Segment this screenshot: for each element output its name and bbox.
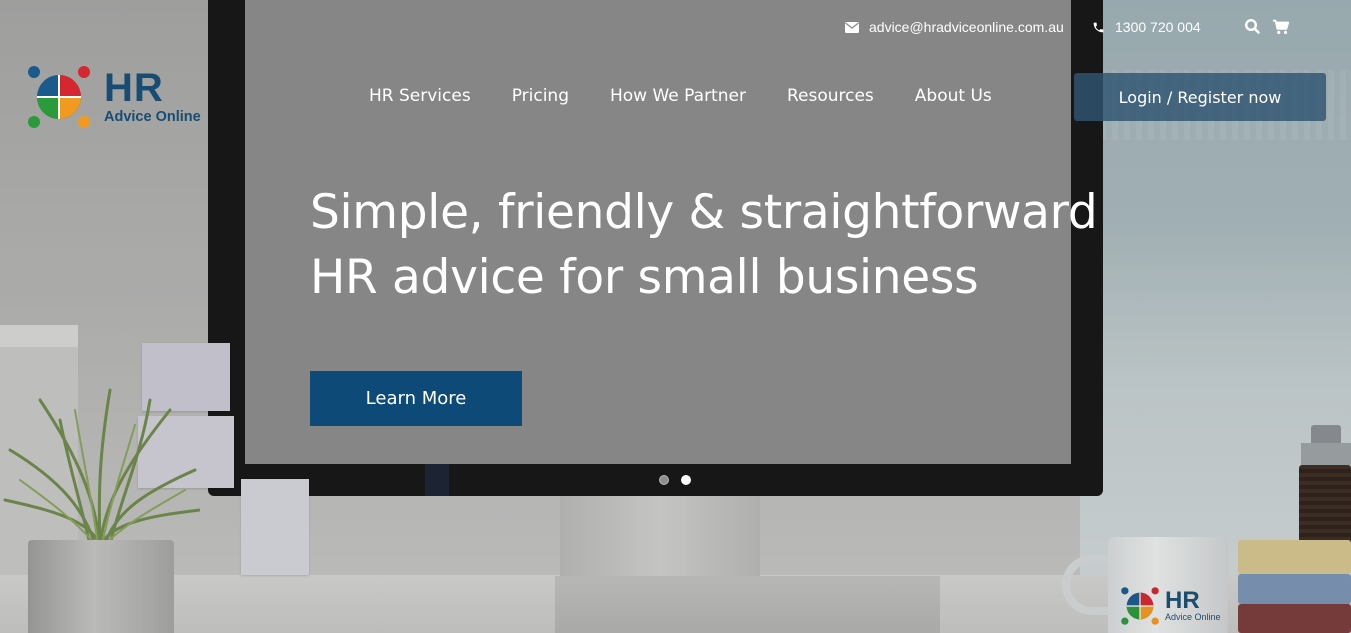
nav-item-about-us[interactable]: About Us [915, 84, 992, 108]
nav-item-how-we-partner[interactable]: How We Partner [610, 84, 746, 108]
site-logo[interactable]: HR Advice Online [24, 64, 204, 130]
contact-phone-text: 1300 720 004 [1115, 19, 1201, 35]
nav-item-resources[interactable]: Resources [787, 84, 874, 108]
contact-email-link[interactable]: advice@hradviceonline.com.au [845, 17, 1064, 37]
main-nav: HR Services Pricing How We Partner Resou… [369, 84, 992, 108]
logo-subtitle: Advice Online [104, 109, 201, 125]
cart-icon[interactable] [1272, 18, 1290, 36]
contact-email-text: advice@hradviceonline.com.au [869, 19, 1064, 35]
nav-item-pricing[interactable]: Pricing [512, 84, 569, 108]
logo-title: HR [104, 66, 164, 110]
slider-dot-1[interactable] [659, 475, 669, 485]
phone-icon [1093, 22, 1104, 32]
nav-item-hr-services[interactable]: HR Services [369, 84, 471, 108]
logo-mark-icon [28, 66, 90, 128]
contact-phone-link[interactable]: 1300 720 004 [1092, 17, 1201, 37]
slider-pagination [659, 475, 703, 485]
search-icon[interactable] [1244, 18, 1262, 36]
login-register-button[interactable]: Login / Register now [1074, 73, 1326, 121]
hero-headline-line-1: Simple, friendly & straightforward [310, 185, 1098, 240]
envelope-icon [845, 21, 859, 33]
slider-dot-2[interactable] [681, 475, 691, 485]
hero-headline: Simple, friendly & straightforward HR ad… [310, 180, 1210, 310]
learn-more-button[interactable]: Learn More [310, 371, 522, 426]
hero-headline-line-2: HR advice for small business [310, 250, 979, 305]
